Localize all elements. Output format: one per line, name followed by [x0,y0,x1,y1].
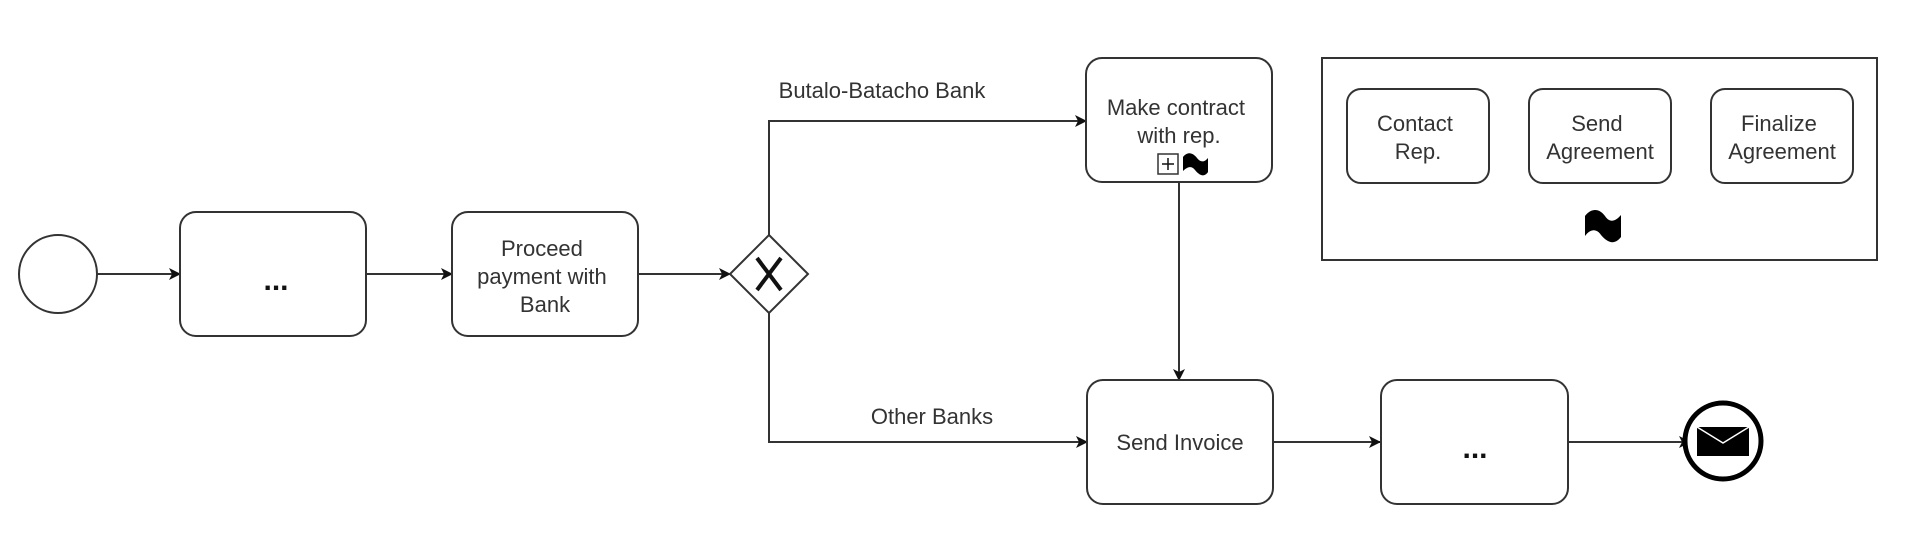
task-finalize-agreement-line-2: Agreement [1728,139,1836,164]
task-send-agreement-line-1: Send [1571,111,1622,136]
subprocess-make-contract[interactable]: Make contract with rep. [1085,57,1273,183]
task-finalize-agreement[interactable]: Finalize Agreement [1710,88,1854,184]
task-ellipsis-1-label: ... [263,264,288,297]
task-finalize-agreement-line-1: Finalize [1741,111,1817,136]
task-send-agreement[interactable]: Send Agreement [1528,88,1672,184]
flow-label-other-banks: Other Banks [871,404,993,429]
message-end-event[interactable] [1682,400,1764,482]
subprocess-make-contract-line-2: with rep. [1136,123,1220,148]
flow-gateway-to-make-contract[interactable] [768,115,1087,235]
collapsed-subprocess-plus-icon[interactable] [1157,153,1179,175]
task-ellipsis-1[interactable]: ... [179,211,367,337]
start-event[interactable] [18,234,98,314]
expanded-adhoc-subprocess[interactable]: Contact Rep. Send Agreement Finalize Agr… [1321,57,1878,261]
task-contact-rep-line-1: Contact [1377,111,1453,136]
task-send-invoice-label: Send Invoice [1116,430,1243,455]
bpmn-diagram: Butalo-Batacho Bank Other Banks ... Proc… [18,57,1878,505]
envelope-icon [1696,426,1750,456]
subprocess-make-contract-line-1: Make contract [1107,95,1245,120]
task-proceed-payment-line-3: Bank [520,292,571,317]
flow-label-butalo-batacho-bank: Butalo-Batacho Bank [779,78,987,103]
task-ellipsis-2-label: ... [1462,432,1487,465]
task-send-invoice[interactable]: Send Invoice [1086,379,1274,505]
task-send-agreement-line-2: Agreement [1546,139,1654,164]
task-contact-rep[interactable]: Contact Rep. [1346,88,1490,184]
task-ellipsis-2[interactable]: ... [1380,379,1569,505]
task-contact-rep-line-2: Rep. [1395,139,1441,164]
task-proceed-payment-line-1: Proceed [501,236,583,261]
task-proceed-payment-line-2: payment with [477,264,607,289]
task-proceed-payment[interactable]: Proceed payment with Bank [451,211,639,337]
exclusive-gateway[interactable] [728,233,810,315]
